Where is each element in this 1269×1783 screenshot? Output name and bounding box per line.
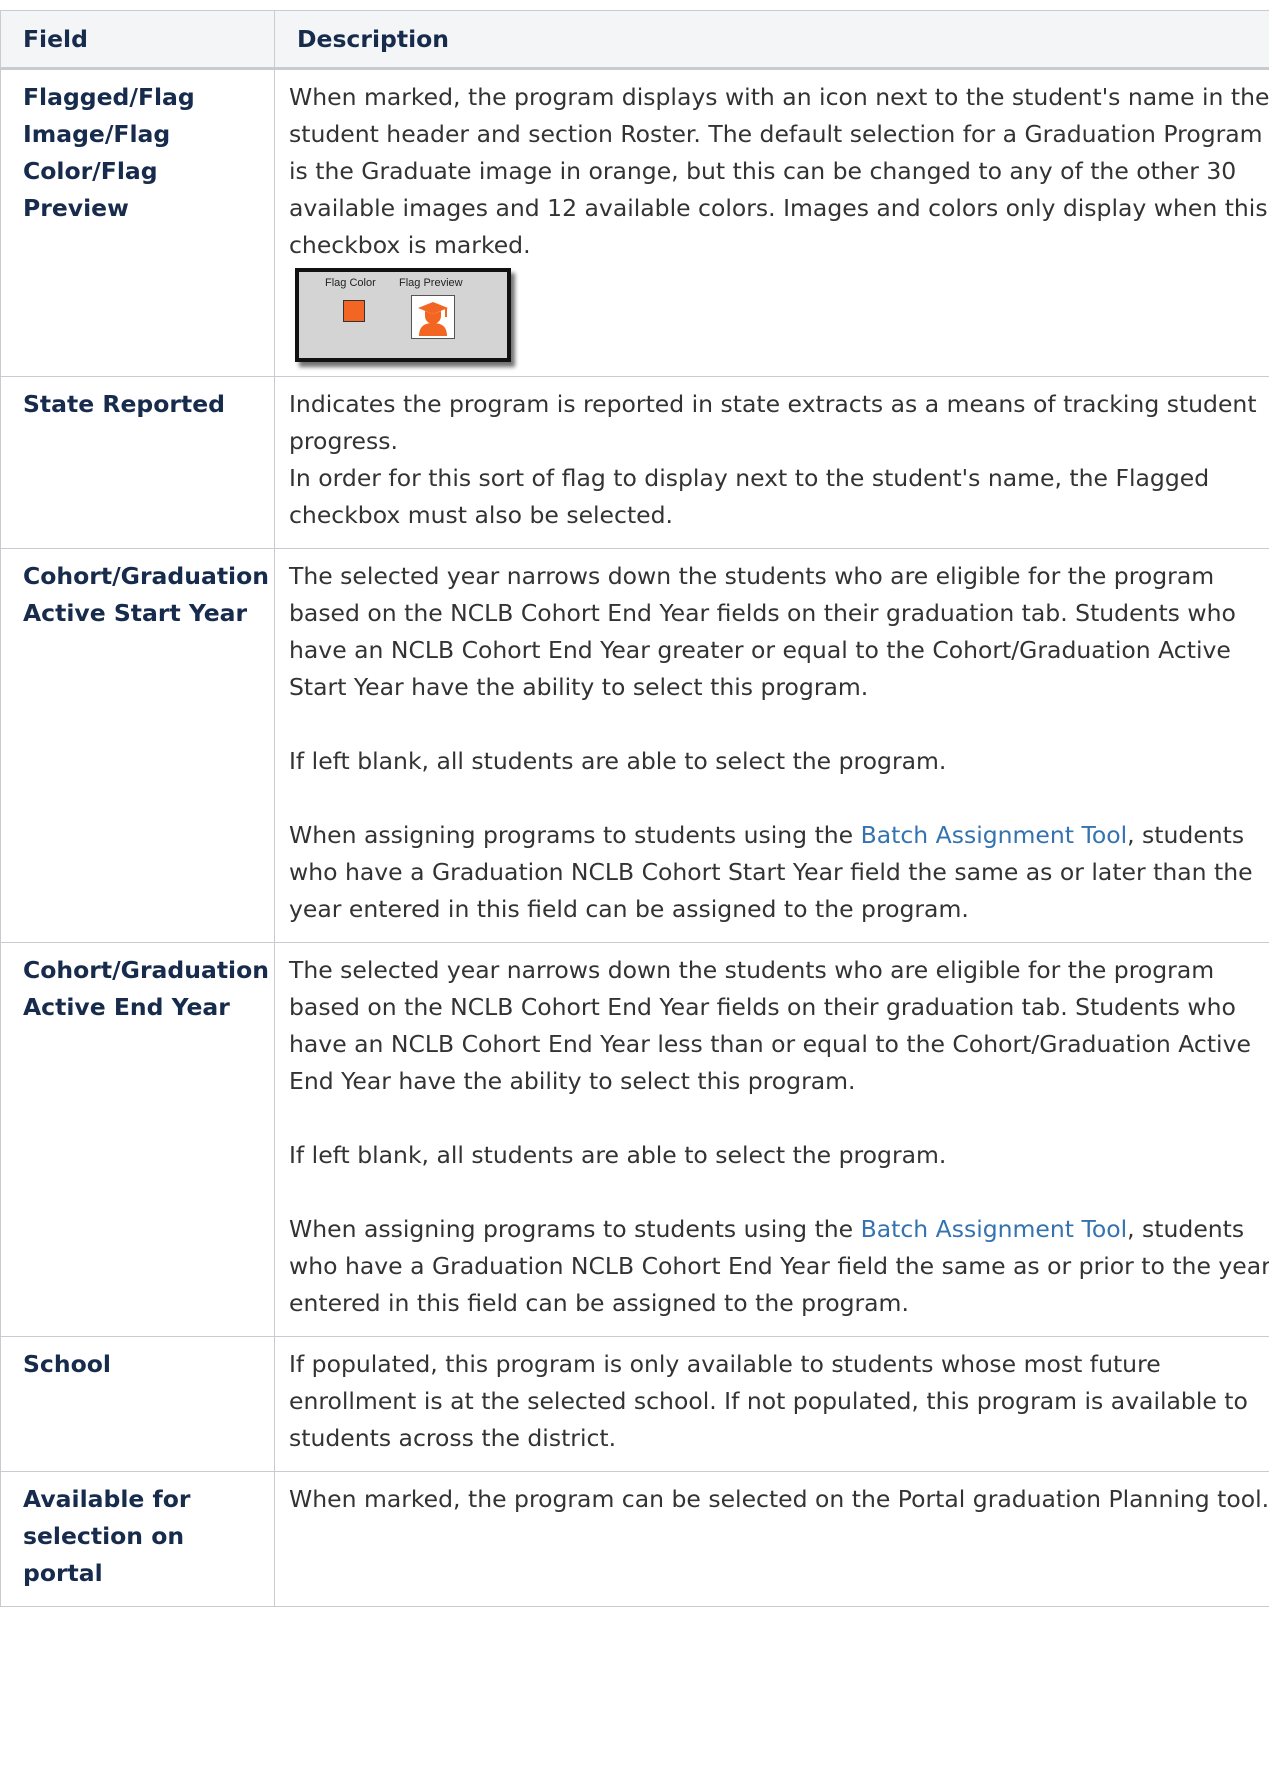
field-name: Flagged/Flag Image/Flag Color/Flag Previ… <box>0 68 275 377</box>
field-description: The selected year narrows down the stude… <box>274 548 1269 943</box>
table-header-row: Field Description <box>0 10 1269 69</box>
text-segment: When assigning programs to students usin… <box>289 821 861 849</box>
description-text: When assigning programs to students usin… <box>289 1211 1269 1322</box>
text-segment: When assigning programs to students usin… <box>289 1215 861 1243</box>
field-description: If populated, this program is only avail… <box>274 1336 1269 1472</box>
flag-preview-label: Flag Preview <box>399 277 463 289</box>
description-text: The selected year narrows down the stude… <box>289 562 1236 701</box>
description-text: Indicates the program is reported in sta… <box>289 390 1257 455</box>
graduate-icon <box>418 302 448 336</box>
field-description: When marked, the program displays with a… <box>274 68 1269 377</box>
table-row: Cohort/Graduation Active End Year The se… <box>0 942 1269 1337</box>
field-name: State Reported <box>0 376 275 549</box>
field-description: When marked, the program can be selected… <box>274 1471 1269 1607</box>
field-description-table: Field Description Flagged/Flag Image/Fla… <box>0 10 1269 1607</box>
batch-assignment-tool-link[interactable]: Batch Assignment Tool <box>861 1215 1128 1243</box>
field-name: Cohort/Graduation Active End Year <box>0 942 275 1337</box>
flag-color-label: Flag Color <box>325 277 376 289</box>
column-header-description: Description <box>274 10 1269 69</box>
field-description: The selected year narrows down the stude… <box>274 942 1269 1337</box>
description-text: When assigning programs to students usin… <box>289 817 1269 928</box>
field-name: School <box>0 1336 275 1472</box>
description-text: If populated, this program is only avail… <box>289 1350 1248 1452</box>
table-row: Flagged/Flag Image/Flag Color/Flag Previ… <box>0 68 1269 377</box>
description-text: In order for this sort of flag to displa… <box>289 464 1210 529</box>
description-text: If left blank, all students are able to … <box>289 1141 947 1169</box>
batch-assignment-tool-link[interactable]: Batch Assignment Tool <box>861 821 1128 849</box>
flag-preview-thumbnail: Flag Color Flag Preview <box>295 268 511 362</box>
description-text: When marked, the program can be selected… <box>289 1485 1269 1513</box>
field-name: Cohort/Graduation Active Start Year <box>0 548 275 943</box>
description-text: If left blank, all students are able to … <box>289 747 947 775</box>
field-name: Available for selection on portal <box>0 1471 275 1607</box>
description-text: When marked, the program displays with a… <box>289 83 1269 259</box>
column-header-field: Field <box>0 10 275 69</box>
table-row: State Reported Indicates the program is … <box>0 376 1269 549</box>
table-row: Available for selection on portal When m… <box>0 1471 1269 1607</box>
flag-color-swatch <box>343 300 365 322</box>
table-row: Cohort/Graduation Active Start Year The … <box>0 548 1269 943</box>
flag-preview-box <box>411 295 455 339</box>
description-text: The selected year narrows down the stude… <box>289 956 1251 1095</box>
field-description: Indicates the program is reported in sta… <box>274 376 1269 549</box>
table-row: School If populated, this program is onl… <box>0 1336 1269 1472</box>
